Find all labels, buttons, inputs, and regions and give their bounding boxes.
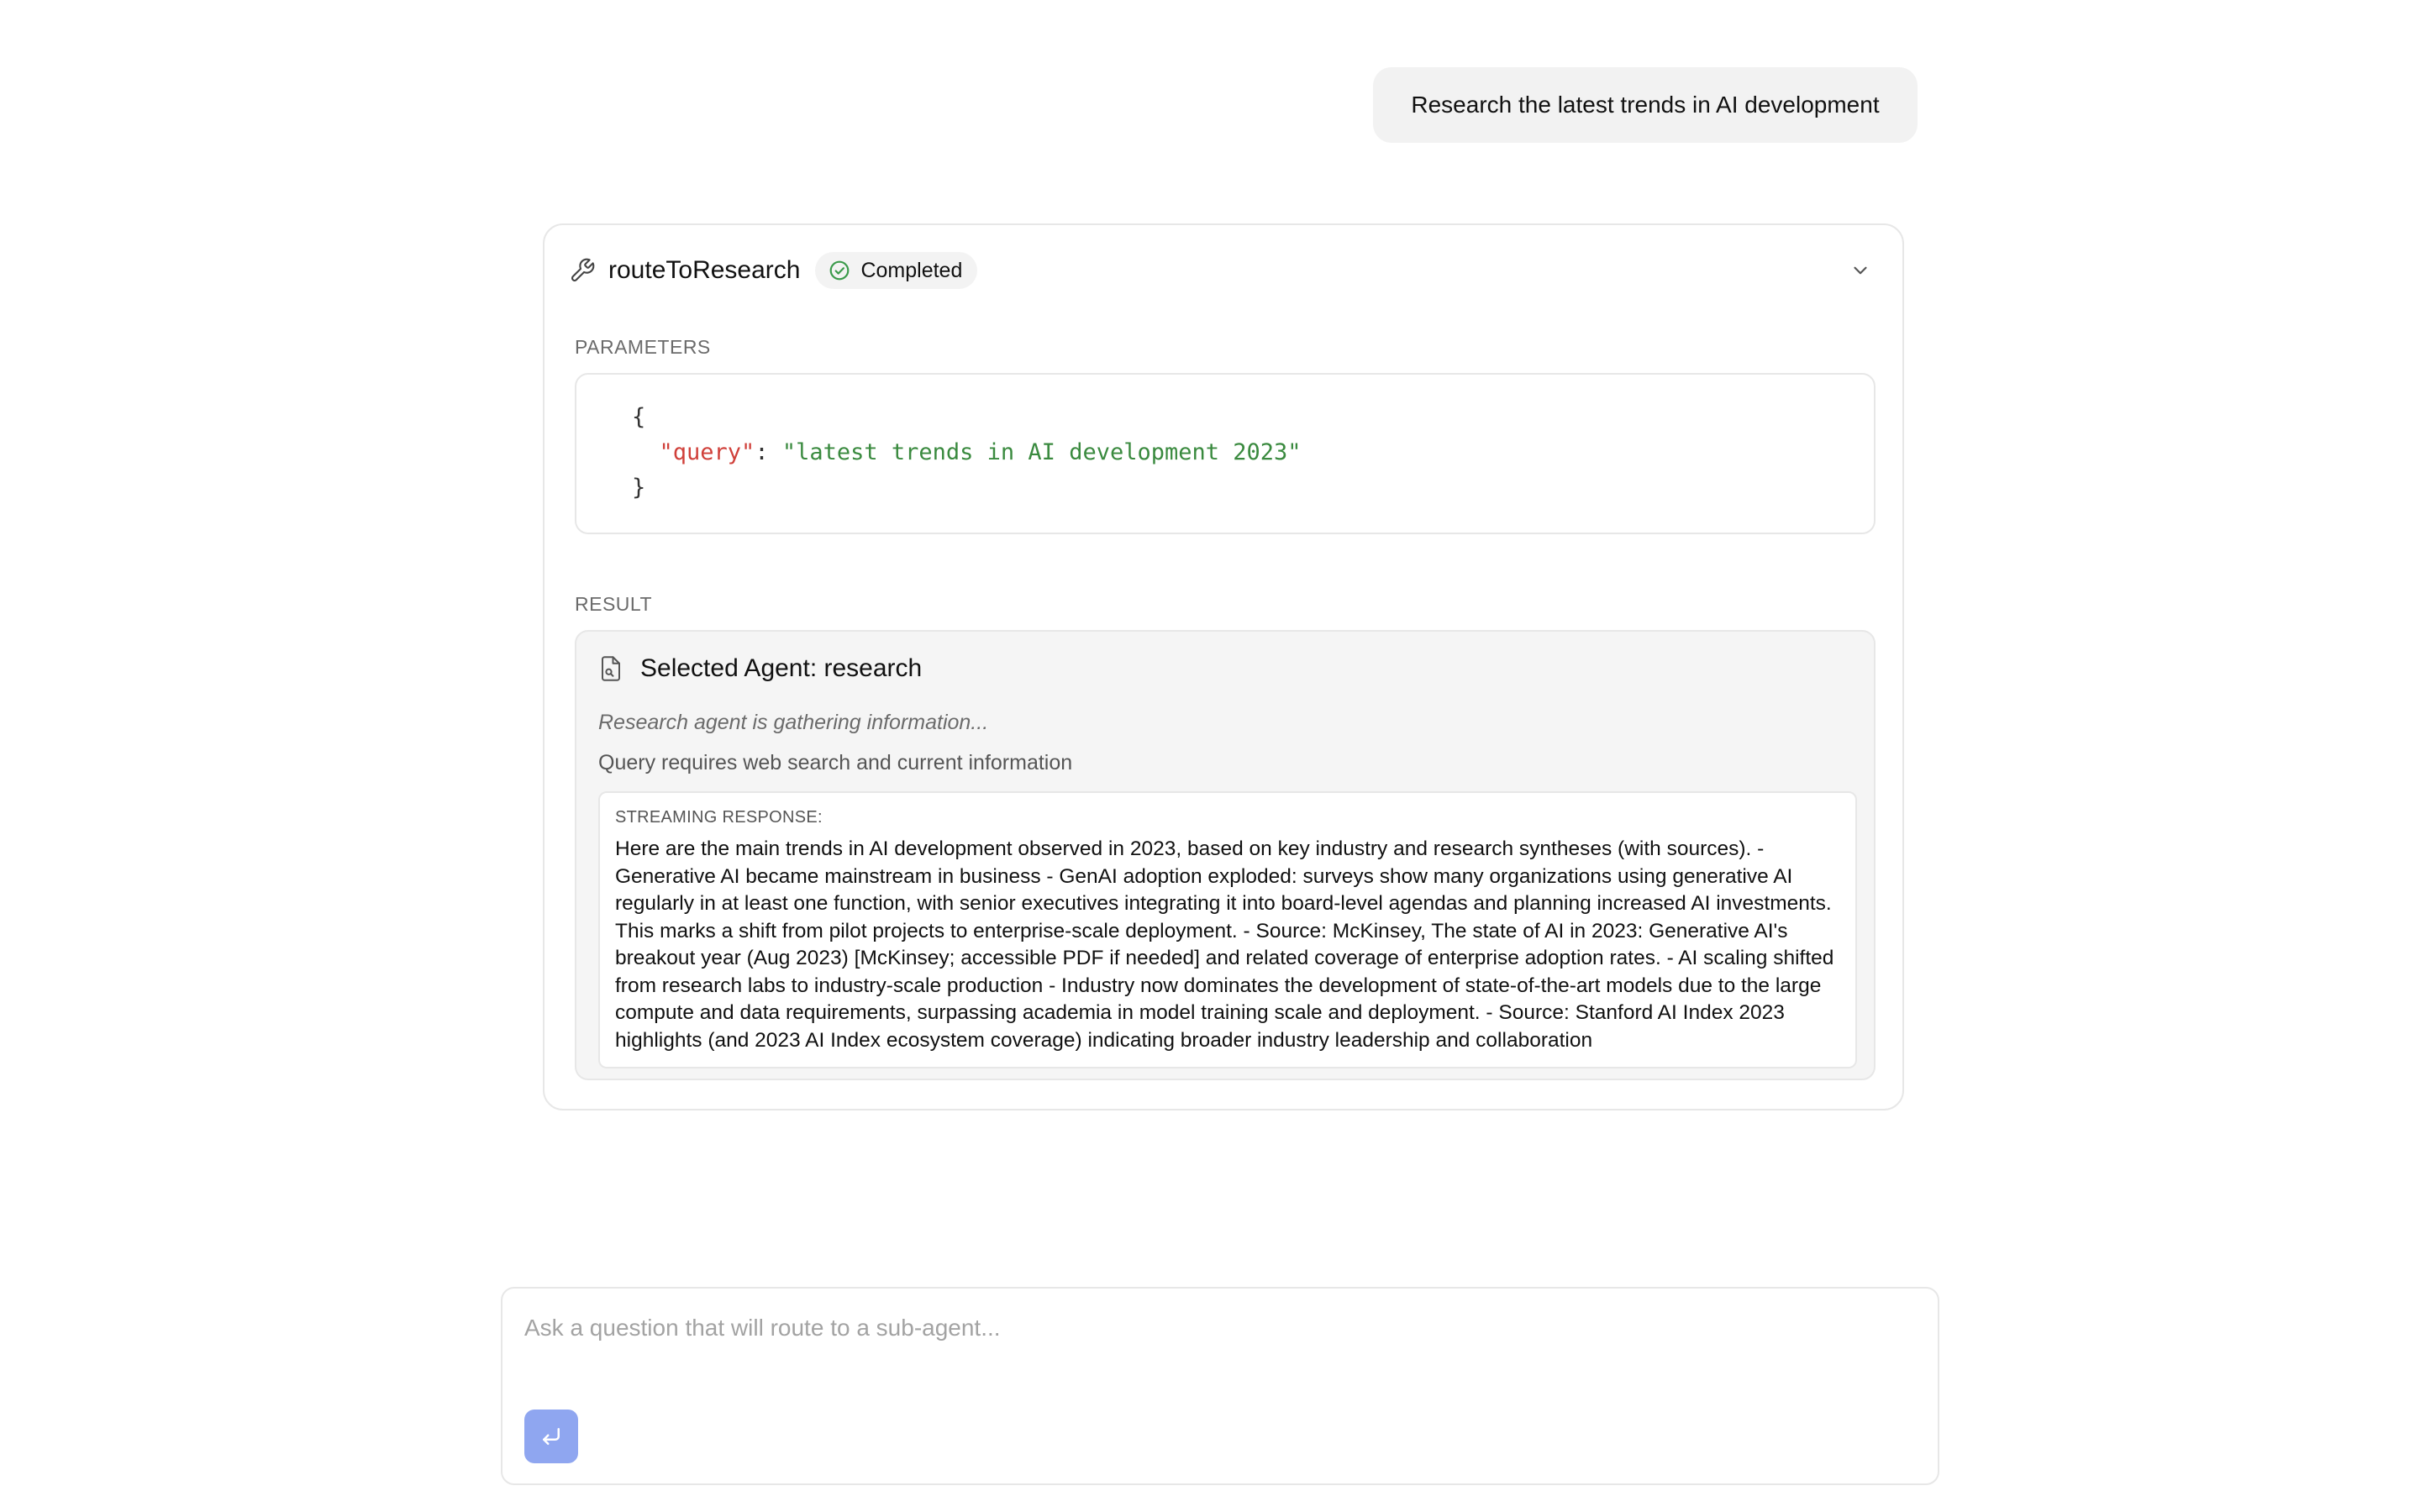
result-label: RESULT bbox=[575, 593, 653, 615]
streaming-response-text: Here are the main trends in AI developme… bbox=[615, 837, 1834, 1052]
status-text: Completed bbox=[860, 258, 963, 282]
agent-title-row: Selected Agent: research bbox=[598, 650, 922, 687]
agent-title: Selected Agent: research bbox=[640, 654, 923, 682]
streaming-response-label: STREAMING RESPONSE: bbox=[615, 808, 823, 827]
chat-input[interactable] bbox=[524, 1307, 1911, 1349]
user-message-text: Research the latest trends in AI develop… bbox=[1411, 92, 1880, 118]
result-panel: Selected Agent: research Research agent … bbox=[575, 630, 1876, 1080]
tool-call-card: routeToResearch Completed PARAMETERS { "… bbox=[543, 223, 1904, 1110]
code-open-brace: { bbox=[632, 404, 646, 430]
enter-return-icon bbox=[543, 1428, 560, 1445]
code-query-line: "query": "latest trends in AI developmen… bbox=[632, 435, 1874, 470]
collapse-toggle-button[interactable] bbox=[1842, 252, 1879, 289]
parameters-code-block: { "query": "latest trends in AI developm… bbox=[575, 373, 1876, 534]
agent-status: Research agent is gathering information.… bbox=[598, 711, 989, 734]
streaming-response-box[interactable]: STREAMING RESPONSE: Here are the main tr… bbox=[598, 791, 1857, 1068]
send-button[interactable] bbox=[524, 1410, 578, 1463]
code-close-brace: } bbox=[632, 475, 646, 501]
tool-call-header[interactable]: routeToResearch Completed bbox=[568, 247, 1879, 294]
status-badge: Completed bbox=[815, 252, 978, 289]
check-circle-icon bbox=[829, 260, 850, 281]
parameters-label: PARAMETERS bbox=[575, 336, 711, 358]
document-search-icon bbox=[598, 654, 625, 683]
wrench-icon bbox=[568, 256, 597, 285]
code-key: "query" bbox=[659, 439, 755, 465]
composer-panel bbox=[501, 1287, 1939, 1485]
agent-reason: Query requires web search and current in… bbox=[598, 751, 1073, 774]
code-separator: : bbox=[755, 439, 782, 465]
code-value: "latest trends in AI development 2023" bbox=[781, 439, 1302, 465]
tool-name: routeToResearch bbox=[608, 256, 801, 284]
user-message-bubble: Research the latest trends in AI develop… bbox=[1373, 67, 1918, 143]
chevron-down-icon bbox=[1854, 266, 1867, 275]
